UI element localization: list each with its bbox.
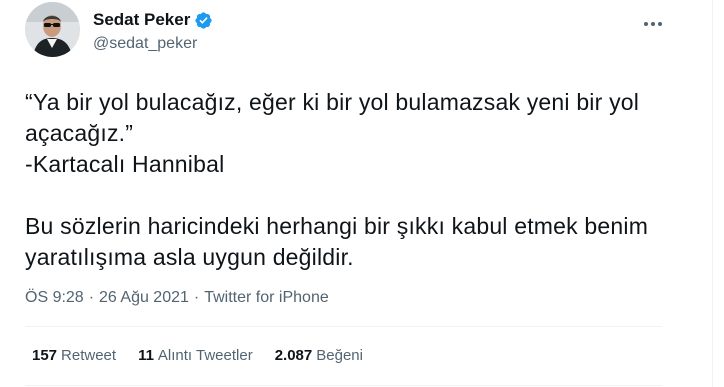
- more-dots-icon: [644, 22, 662, 26]
- avatar-image: [25, 2, 80, 57]
- retweets-label: Retweet: [61, 347, 117, 364]
- quote-tweets-label: Alıntı Tweetler: [157, 347, 253, 364]
- more-options-button[interactable]: [640, 14, 666, 34]
- author-display-name[interactable]: Sedat Peker: [93, 10, 190, 30]
- meta-separator: ·: [88, 289, 95, 306]
- author-handle[interactable]: @sedat_peker: [93, 35, 213, 53]
- divider: [25, 385, 662, 386]
- divider: [25, 326, 662, 327]
- tweet-text-quote: “Ya bir yol bulacağız, eğer ki bir yol b…: [25, 89, 640, 146]
- author-info: Sedat Peker @sedat_peker: [93, 9, 213, 53]
- likes-count: 2.087: [274, 347, 313, 364]
- tweet-stats: 157 Retweet 11 Alıntı Tweetler 2.087 Beğeni: [32, 347, 385, 364]
- tweet-date[interactable]: 26 Ağu 2021: [99, 289, 189, 307]
- retweets-stat[interactable]: 157 Retweet: [32, 347, 116, 364]
- side-column-edge: [712, 0, 724, 387]
- verified-badge-icon: [194, 11, 213, 30]
- quote-tweets-count: 11: [138, 347, 154, 364]
- retweets-count: 157: [32, 347, 58, 364]
- author-name-row: Sedat Peker: [93, 9, 213, 31]
- meta-separator: ·: [193, 289, 200, 306]
- tweet-text-paragraph: Bu sözlerin haricindeki herhangi bir şık…: [25, 213, 649, 270]
- author-avatar[interactable]: [25, 2, 80, 57]
- tweet-time[interactable]: ÖS 9:28: [25, 289, 84, 307]
- tweet-text: “Ya bir yol bulacağız, eğer ki bir yol b…: [25, 87, 685, 273]
- tweet-text-attribution: -Kartacalı Hannibal: [25, 151, 225, 177]
- tweet-card: Sedat Peker @sedat_peker “Ya bir yol bul…: [0, 0, 724, 387]
- likes-label: Beğeni: [316, 347, 363, 364]
- quote-tweets-stat[interactable]: 11 Alıntı Tweetler: [138, 347, 253, 364]
- tweet-meta: ÖS 9:28 · 26 Ağu 2021 · Twitter for iPho…: [25, 289, 329, 307]
- tweet-source[interactable]: Twitter for iPhone: [204, 289, 329, 307]
- likes-stat[interactable]: 2.087 Beğeni: [275, 347, 363, 364]
